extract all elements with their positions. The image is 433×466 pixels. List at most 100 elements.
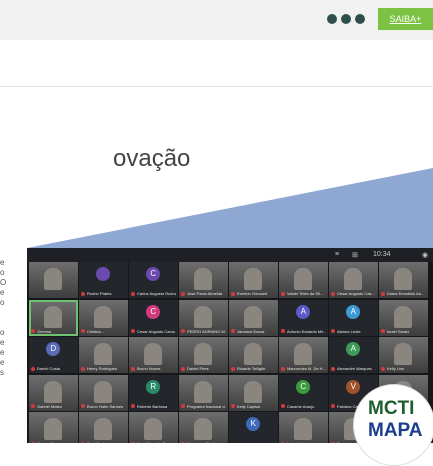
participant-name: Cesar Augusto Camo	[137, 328, 176, 334]
participant-video	[44, 380, 63, 403]
participant-tile: Marcondes M. De H...	[279, 337, 328, 373]
participant-tile: Jose Eduardo Bert...	[129, 412, 178, 443]
participant-video	[294, 343, 313, 365]
muted-mic-icon	[31, 366, 35, 371]
muted-mic-icon	[81, 291, 85, 296]
video-call-top-bar: ≡ ⊞ 10:34 ◉	[27, 248, 433, 262]
camera-icon: ◉	[422, 252, 429, 259]
muted-mic-icon	[381, 329, 385, 334]
participant-video	[94, 305, 113, 328]
participant-name: Casame Araujo	[287, 403, 315, 409]
participant-name: Valder Teles da Sil...	[287, 291, 324, 296]
participant-name-row: Daniel Pires	[181, 366, 226, 371]
participant-name-row: Jose Paulo Almeida	[181, 291, 226, 296]
participant-video	[394, 343, 413, 365]
muted-mic-icon	[331, 329, 335, 334]
participant-avatar: V	[346, 379, 361, 394]
participant-tile: R Roberto Barbosa	[129, 374, 178, 411]
participant-tile: Daniel Pires	[179, 337, 228, 373]
participant-name-row: Diana Emediolo Au...	[381, 291, 426, 296]
participant-name-row: Programa Nacional d...	[181, 404, 226, 409]
participant-name: Bruno Nunes	[137, 366, 161, 371]
muted-mic-icon	[131, 329, 135, 334]
participant-name-row: Bruno Hahn Sannes	[81, 404, 126, 409]
participant-avatar: D	[46, 342, 61, 356]
muted-mic-icon	[281, 329, 285, 334]
participant-video	[394, 268, 413, 290]
participant-tile: Cesar Augusto Cas...	[329, 262, 378, 298]
participant-name: Alexandre Marques	[337, 366, 372, 371]
participant-video	[94, 380, 113, 403]
participant-tile: A Alanna Leote	[329, 299, 378, 336]
muted-mic-icon	[181, 366, 185, 371]
participant-video	[44, 418, 63, 440]
participant-name: Gabriel Mateo	[37, 403, 63, 409]
participant-name: Marcondes M. De H...	[287, 366, 326, 371]
participant-name-row: Alexandre Marques	[331, 366, 376, 371]
participant-name-row: Carlos Augusto Rocha	[131, 291, 176, 296]
muted-mic-icon	[181, 404, 185, 409]
muted-mic-icon	[31, 404, 35, 409]
participant-video	[394, 305, 413, 328]
participant-tile: Saul Castro	[79, 412, 128, 443]
muted-mic-icon	[331, 366, 335, 371]
participant-name-row: Antonio Eduardo Me...	[281, 329, 326, 334]
participant-video	[194, 380, 213, 403]
participant-tile: Israel Saraiz	[379, 299, 428, 336]
logo-line-mapa: MAPA	[368, 420, 423, 441]
muted-mic-icon	[231, 291, 235, 296]
participant-name-row: Everton Gouvard	[231, 291, 276, 296]
participant-tile: Jose Paulo Almeida	[179, 262, 228, 298]
participant-tile: PEDRO ADRIANO M...	[179, 299, 228, 336]
participant-name: Kelly Lins	[387, 366, 405, 371]
participant-tile: Everton Gouvard	[229, 262, 278, 298]
participant-name: PEDRO ADRIANO M...	[187, 328, 226, 334]
participant-name: Diana Emediolo Au...	[387, 291, 425, 296]
participant-tile: Bruno Nunes	[129, 337, 178, 373]
participant-video	[244, 380, 263, 403]
participant-tile: Gemma	[29, 299, 78, 336]
participant-avatar: A	[346, 342, 361, 356]
participant-tile: Kelly Capissi	[229, 374, 278, 411]
participant-avatar: R	[146, 379, 161, 394]
participant-video	[194, 268, 213, 290]
participant-video	[244, 343, 263, 365]
participant-name-row: Marcondes M. De H...	[281, 366, 326, 371]
participant-name-row: Cristina...	[81, 329, 126, 334]
participant-name-row: Cesar Augusto Camo	[131, 329, 176, 334]
participant-tile: Rodrio Prates	[79, 262, 128, 298]
participant-avatar: C	[146, 267, 161, 281]
participant-name-row: Ricardo Teillgão	[231, 366, 276, 371]
participant-tile: C Casame Araujo	[279, 374, 328, 411]
participant-avatar	[96, 267, 111, 281]
participant-video	[194, 418, 213, 440]
participant-name: Roberto Barbosa	[137, 403, 168, 409]
participant-video	[244, 268, 263, 290]
participant-name: Bruno Hahn Sannes	[87, 403, 124, 409]
participant-video	[294, 268, 313, 290]
muted-mic-icon	[81, 404, 85, 409]
muted-mic-icon	[281, 366, 285, 371]
participant-name-row: Bruno Nunes	[131, 366, 176, 371]
participant-name: Daniel Costa	[37, 366, 60, 371]
participant-name-row: Jamaica Sousa	[231, 329, 276, 334]
muted-mic-icon	[381, 291, 385, 296]
participant-name: Henry Rodrigues	[87, 366, 118, 371]
participant-tile: Cristina...	[79, 299, 128, 336]
muted-mic-icon	[181, 329, 185, 334]
participant-video	[144, 343, 163, 365]
participant-tile: Kelly Lins	[379, 337, 428, 373]
muted-mic-icon	[131, 366, 135, 371]
participant-tile: A Alexandre Marques	[329, 337, 378, 373]
participant-name: Jamaica Sousa	[237, 328, 265, 334]
participant-video	[94, 418, 113, 440]
participant-name: Cristina...	[87, 328, 104, 334]
participant-tile: K	[229, 412, 278, 443]
participant-tile: C Carlos Augusto Rocha	[129, 262, 178, 298]
participant-name: Cesar Augusto Cas...	[337, 291, 375, 296]
logo-line-mcti: MCTI	[368, 398, 415, 419]
participant-tile: Valder Teles da Sil...	[279, 262, 328, 298]
muted-mic-icon	[31, 329, 35, 334]
participant-name-row: Kelly Capissi	[231, 404, 276, 409]
participant-name: Carlos Augusto Rocha	[137, 291, 176, 296]
